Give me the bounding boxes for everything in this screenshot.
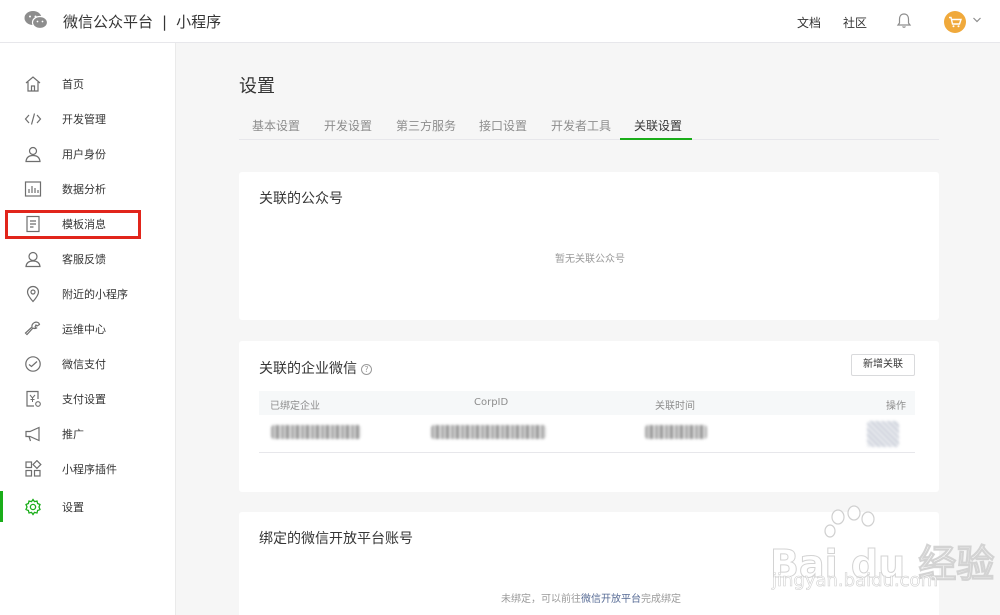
- sidebar-item-label: 数据分析: [62, 183, 106, 196]
- empty-state-text: 未绑定，可以前往微信开放平台完成绑定: [501, 590, 681, 605]
- sidebar: 首页 开发管理 用户身份 数据分析 模板消息 客服反馈 附近的小程序 运维中心 …: [0, 43, 176, 615]
- card-title: 关联的企业微信?: [259, 358, 372, 378]
- sidebar-item-plugins[interactable]: 小程序插件: [0, 451, 176, 486]
- sidebar-item-label: 推广: [62, 428, 84, 441]
- sidebar-item-settings[interactable]: 设置: [0, 489, 176, 524]
- sidebar-item-dev-management[interactable]: 开发管理: [0, 101, 176, 136]
- gear-icon: [25, 498, 41, 516]
- tab-dev-settings[interactable]: 开发设置: [324, 117, 372, 134]
- sidebar-item-data-analysis[interactable]: 数据分析: [0, 171, 176, 206]
- table-row: [259, 415, 915, 453]
- sidebar-item-customer-feedback[interactable]: 客服反馈: [0, 241, 176, 276]
- brand-separator: |: [162, 13, 168, 31]
- redacted-corpid: [431, 425, 546, 439]
- docs-link[interactable]: 文档: [797, 14, 821, 31]
- chevron-down-icon[interactable]: [972, 16, 982, 24]
- brand-name: 微信公众平台: [63, 13, 154, 31]
- sidebar-item-label: 附近的小程序: [62, 288, 128, 301]
- column-header: CorpID: [474, 397, 509, 408]
- community-link[interactable]: 社区: [843, 14, 867, 31]
- sidebar-item-label: 首页: [62, 78, 84, 91]
- product-name: 小程序: [176, 13, 222, 31]
- payment-settings-icon: [26, 390, 41, 407]
- page-title: 设置: [239, 76, 275, 97]
- watermark-url: jingyan.baidu.com: [772, 570, 939, 592]
- linked-official-account-card: 关联的公众号 暂无关联公众号: [239, 172, 939, 320]
- empty-state-text: 暂无关联公众号: [555, 254, 625, 265]
- sidebar-item-nearby-mini-programs[interactable]: 附近的小程序: [0, 276, 176, 311]
- tab-association-settings[interactable]: 关联设置: [634, 117, 682, 134]
- sidebar-item-user-identity[interactable]: 用户身份: [0, 136, 176, 171]
- sidebar-item-ops-center[interactable]: 运维中心: [0, 311, 176, 346]
- tab-developer-tools[interactable]: 开发者工具: [551, 117, 611, 134]
- sidebar-item-wechat-pay[interactable]: 微信支付: [0, 346, 176, 381]
- cart-avatar-icon: [949, 16, 962, 28]
- column-header: 已绑定企业: [270, 401, 320, 412]
- megaphone-icon: [25, 426, 40, 442]
- empty-text-after: 完成绑定: [641, 594, 681, 605]
- avatar[interactable]: [944, 11, 966, 33]
- redacted-company: [271, 425, 361, 439]
- sidebar-item-label: 设置: [62, 501, 84, 514]
- sidebar-item-payment-settings[interactable]: 支付设置: [0, 381, 176, 416]
- user-icon: [25, 146, 41, 163]
- bell-icon[interactable]: [896, 12, 912, 30]
- help-icon[interactable]: ?: [361, 364, 372, 375]
- support-icon: [25, 251, 41, 268]
- add-association-button[interactable]: 新增关联: [851, 354, 915, 376]
- tab-interface-settings[interactable]: 接口设置: [479, 117, 527, 134]
- sidebar-item-promotion[interactable]: 推广: [0, 416, 176, 451]
- card-title: 绑定的微信开放平台账号: [259, 531, 413, 547]
- settings-tabs: 基本设置 开发设置 第三方服务 接口设置 开发者工具 关联设置: [239, 113, 939, 140]
- empty-text-before: 未绑定，可以前往: [501, 594, 581, 605]
- location-icon: [26, 285, 40, 303]
- sidebar-item-label: 用户身份: [62, 148, 106, 161]
- brand-title[interactable]: 微信公众平台 | 小程序: [63, 11, 221, 32]
- tab-third-party-services[interactable]: 第三方服务: [396, 117, 456, 134]
- open-platform-link[interactable]: 微信开放平台: [581, 594, 641, 605]
- column-header: 关联时间: [655, 401, 695, 412]
- sidebar-item-label: 支付设置: [62, 393, 106, 406]
- active-tab-indicator: [620, 138, 692, 140]
- sidebar-item-label: 客服反馈: [62, 253, 106, 266]
- sidebar-item-home[interactable]: 首页: [0, 66, 176, 101]
- plugin-icon: [25, 460, 42, 477]
- sidebar-item-label: 开发管理: [62, 113, 106, 126]
- code-icon: [24, 113, 42, 125]
- wrench-icon: [24, 321, 41, 336]
- payment-icon: [25, 356, 41, 372]
- tab-basic-settings[interactable]: 基本设置: [252, 117, 300, 134]
- card-title: 关联的公众号: [259, 191, 343, 207]
- top-header: 微信公众平台 | 小程序 文档 社区: [0, 0, 1000, 43]
- column-header: 操作: [886, 401, 906, 412]
- chart-icon: [24, 181, 42, 197]
- table-header: 已绑定企业 CorpID 关联时间 操作: [259, 391, 915, 415]
- sidebar-item-label: 微信支付: [62, 358, 106, 371]
- redacted-time: [645, 425, 707, 439]
- linked-enterprise-wechat-card: 关联的企业微信? 新增关联 已绑定企业 CorpID 关联时间 操作: [239, 341, 939, 492]
- sidebar-item-label: 运维中心: [62, 323, 106, 336]
- redacted-action[interactable]: [867, 421, 899, 447]
- wechat-logo-icon[interactable]: [24, 10, 48, 30]
- card-title-text: 关联的企业微信: [259, 361, 357, 377]
- home-icon: [25, 76, 41, 92]
- sidebar-item-label: 小程序插件: [62, 463, 117, 476]
- highlight-annotation: [5, 210, 141, 239]
